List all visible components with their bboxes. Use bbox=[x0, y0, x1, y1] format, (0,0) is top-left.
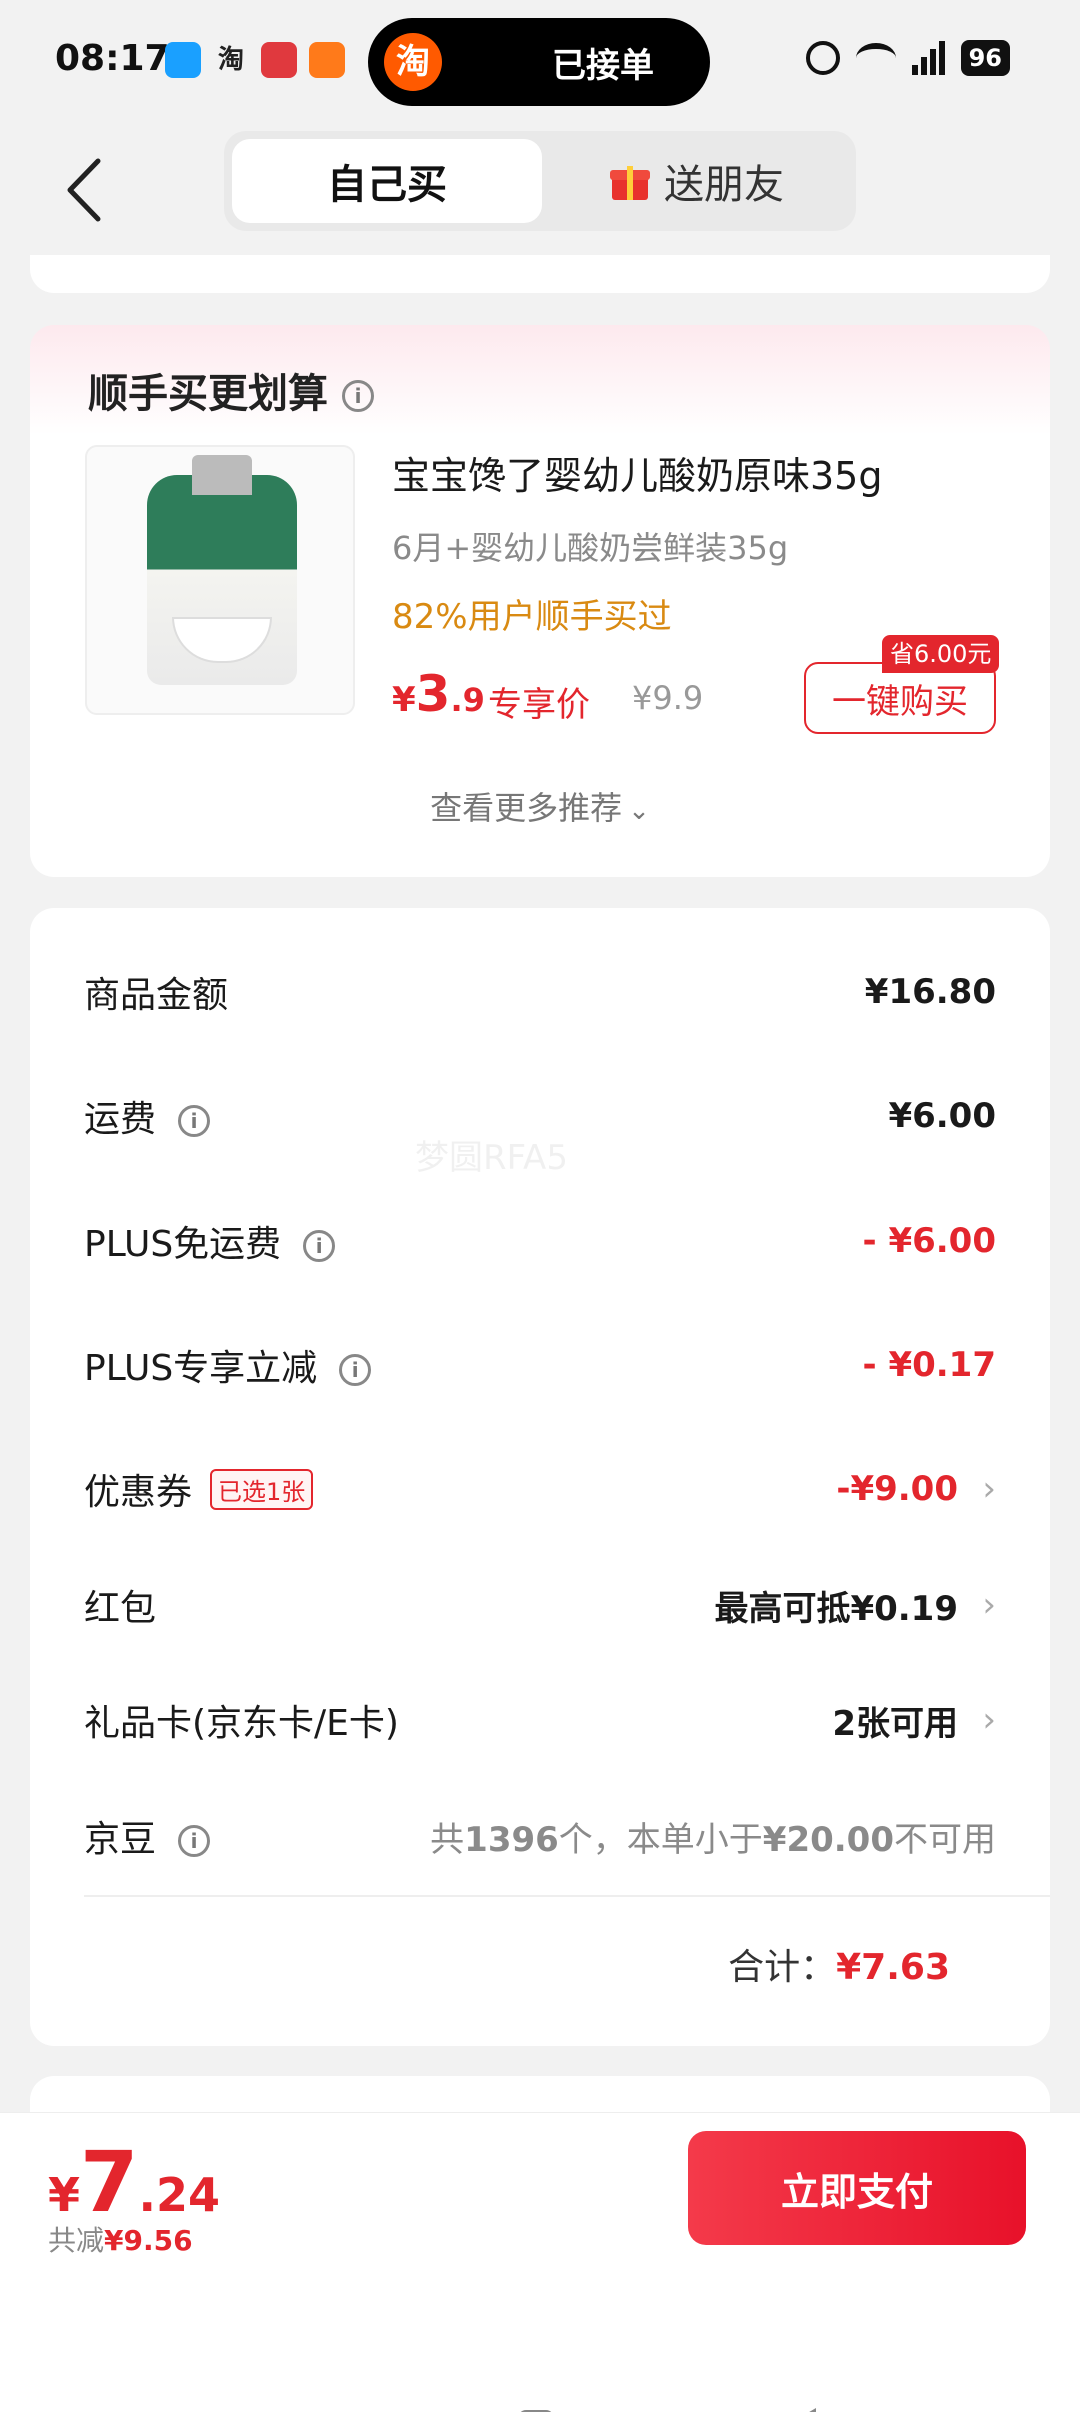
chevron-right-icon: › bbox=[982, 1585, 996, 1625]
status-bar: 08:17 淘 淘 已接单 96 bbox=[0, 0, 1080, 125]
app-notification-icon bbox=[261, 42, 297, 78]
island-status-text: 已接单 bbox=[552, 45, 654, 86]
previous-card bbox=[30, 255, 1050, 293]
chevron-down-icon: ⌄ bbox=[628, 796, 650, 826]
recommend-card: 顺手买更划算 i 宝宝馋了婴幼儿酸奶原味35g 6月+婴幼儿酸奶尝鲜装35g 82… bbox=[30, 325, 1050, 877]
product-subtitle: 6月+婴幼儿酸奶尝鲜装35g bbox=[392, 529, 789, 567]
purchase-mode-switch: 自己买 送朋友 bbox=[224, 131, 856, 231]
product-name[interactable]: 宝宝馋了婴幼儿酸奶原味35g bbox=[392, 445, 882, 500]
order-total: 合计：¥7.63 bbox=[728, 1947, 950, 1988]
product-image[interactable] bbox=[85, 445, 355, 715]
system-nav-bar bbox=[0, 2180, 1080, 2412]
info-icon[interactable]: i bbox=[339, 1354, 372, 1386]
signal-icon bbox=[911, 41, 945, 75]
price-detail-card: 商品金额 ¥16.80 运费 i ¥6.00 PLUS免运费 i - ¥6.00 P… bbox=[30, 908, 1050, 2046]
chevron-right-icon: › bbox=[982, 1700, 996, 1740]
back-triangle-icon[interactable] bbox=[782, 2408, 816, 2412]
wifi-icon bbox=[855, 43, 896, 73]
coupon-selected-badge: 已选1张 bbox=[210, 1468, 314, 1510]
recommend-title: 顺手买更划算 i bbox=[88, 361, 374, 419]
product-price: ¥3.9 bbox=[392, 665, 485, 723]
product-hint: 82%用户顺手买过 bbox=[392, 597, 672, 637]
jd-beans-note: 共1396个，本单小于¥20.00不可用 bbox=[430, 1819, 996, 1860]
tab-label: 送朋友 bbox=[664, 162, 784, 208]
dynamic-island[interactable]: 淘 已接单 bbox=[368, 18, 710, 106]
app-notification-icon bbox=[165, 42, 201, 78]
original-price: ¥9.9 bbox=[632, 679, 704, 717]
info-icon[interactable]: i bbox=[178, 1825, 211, 1857]
row-plus-discount: PLUS专享立减 i - ¥0.17 bbox=[84, 1345, 996, 1389]
more-recommendations-link[interactable]: 查看更多推荐 ⌄ bbox=[30, 783, 1050, 829]
info-icon[interactable]: i bbox=[342, 380, 374, 412]
divider bbox=[84, 1895, 1050, 1897]
row-jd-beans: 京豆 i 共1396个，本单小于¥20.00不可用 bbox=[84, 1806, 996, 1866]
info-icon[interactable]: i bbox=[303, 1230, 336, 1262]
save-badge: 省6.00元 bbox=[882, 635, 1000, 673]
system-icons: 96 bbox=[805, 40, 1010, 76]
chevron-right-icon: › bbox=[982, 1469, 996, 1509]
notification-icons: 淘 bbox=[165, 42, 345, 78]
row-coupon[interactable]: 优惠券 已选1张 -¥9.00 › bbox=[84, 1459, 996, 1519]
back-arrow-icon[interactable] bbox=[60, 155, 120, 225]
header: 自己买 送朋友 bbox=[0, 125, 1080, 255]
app-notification-icon bbox=[309, 42, 345, 78]
tab-gift-friend[interactable]: 送朋友 bbox=[542, 139, 852, 223]
watermark: 梦圆RFA5 bbox=[415, 1138, 568, 1178]
row-red-packet[interactable]: 红包 最高可抵¥0.19 › bbox=[84, 1575, 996, 1635]
exclusive-price-tag: 专享价 bbox=[488, 685, 590, 725]
tab-buy-self[interactable]: 自己买 bbox=[232, 139, 542, 223]
battery-indicator: 96 bbox=[960, 40, 1010, 76]
taobao-notification-icon: 淘 bbox=[217, 45, 244, 75]
taobao-logo-icon: 淘 bbox=[384, 33, 442, 91]
info-icon[interactable]: i bbox=[178, 1105, 211, 1137]
status-time: 08:17 bbox=[55, 38, 170, 79]
tab-label: 自己买 bbox=[327, 162, 447, 208]
gift-icon bbox=[610, 162, 650, 200]
row-gift-card[interactable]: 礼品卡(京东卡/E卡) 2张可用 › bbox=[84, 1690, 996, 1750]
alarm-icon bbox=[805, 41, 840, 75]
row-goods-amount: 商品金额 ¥16.80 bbox=[84, 972, 996, 1016]
row-plus-free-shipping: PLUS免运费 i - ¥6.00 bbox=[84, 1221, 996, 1265]
